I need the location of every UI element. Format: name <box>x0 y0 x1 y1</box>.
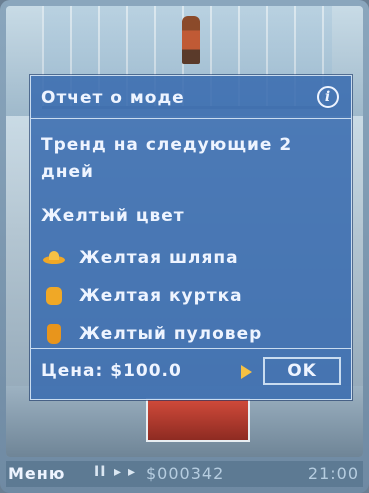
item-label: Желтая куртка <box>79 286 243 306</box>
list-item: Желтая шляпа <box>41 239 262 277</box>
fast-forward-icon[interactable]: ▸ <box>128 464 136 480</box>
dialog-title: Отчет о моде <box>41 88 185 108</box>
game-clock: 21:00 <box>307 464 359 483</box>
info-icon[interactable]: i <box>317 86 339 108</box>
item-label: Желтая шляпа <box>79 248 239 268</box>
trend-text: Тренд на следующие 2 дней <box>41 135 293 182</box>
scene-character <box>182 16 200 64</box>
jacket-icon <box>41 286 67 306</box>
status-bar: Меню II ▸ ▸ $000342 21:00 <box>6 461 363 487</box>
menu-button[interactable]: Меню <box>8 464 65 483</box>
trend-color-heading: Желтый цвет <box>41 206 185 226</box>
pause-icon[interactable]: II <box>94 464 106 480</box>
sweater-icon <box>41 324 67 344</box>
money-counter: $000342 <box>146 464 225 483</box>
arrow-right-icon <box>241 365 252 379</box>
title-divider <box>31 118 351 119</box>
price-divider <box>31 348 351 349</box>
fashion-report-dialog: Отчет о моде i Тренд на следующие 2 дней… <box>30 75 352 400</box>
play-icon[interactable]: ▸ <box>114 464 122 480</box>
ok-button[interactable]: OK <box>263 357 341 385</box>
list-item: Желтая куртка <box>41 277 262 315</box>
trend-item-list: Желтая шляпа Желтая куртка Желтый пулове… <box>41 239 262 353</box>
item-label: Желтый пуловер <box>79 324 263 344</box>
hat-icon <box>41 248 67 268</box>
scene-shop-doorway <box>146 398 250 442</box>
price-label: Цена: $100.0 <box>41 361 182 381</box>
